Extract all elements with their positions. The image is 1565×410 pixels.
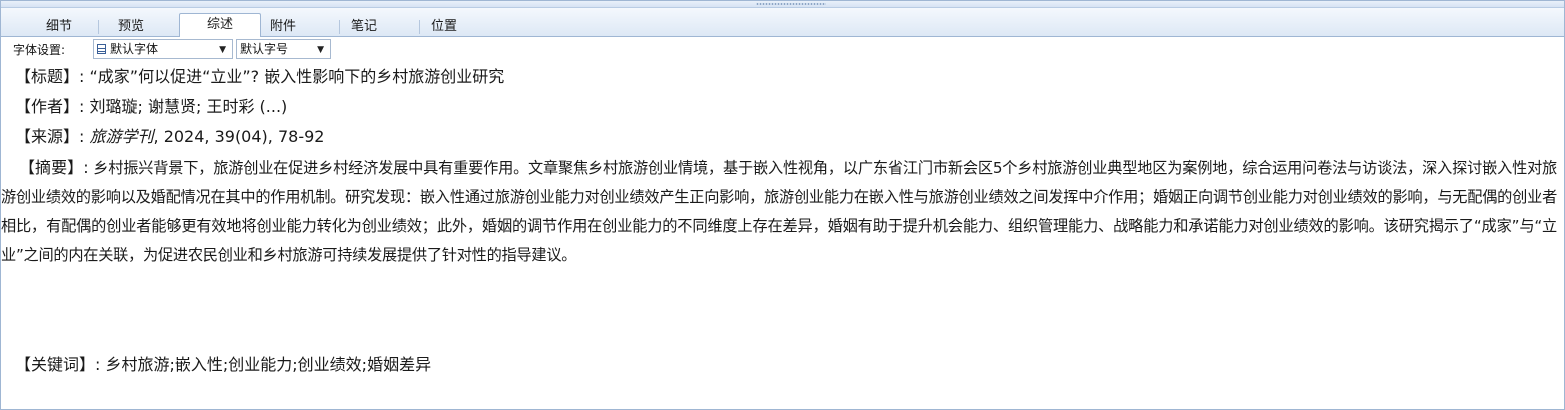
title-line: 【标题】: “成家”何以促进“立业”? 嵌入性影响下的乡村旅游创业研究 [15, 63, 504, 91]
tab-details[interactable]: 细节 [39, 18, 79, 36]
record-authors: 刘璐璇; 谢慧贤; 王时彩 (...) [89, 97, 288, 116]
chevron-down-icon[interactable]: ▼ [317, 41, 324, 59]
font-size-select[interactable]: 默认字号 ▼ [236, 39, 331, 59]
tab-separator [98, 20, 99, 34]
author-line: 【作者】: 刘璐璇; 谢慧贤; 王时彩 (...) [15, 93, 287, 121]
source-label: 【来源】: [15, 127, 85, 146]
author-label: 【作者】: [15, 97, 85, 116]
tab-attachments[interactable]: 附件 [263, 18, 303, 36]
panel-splitter[interactable] [1, 1, 1564, 8]
source-line: 【来源】: 旅游学刊, 2024, 39(04), 78-92 [15, 123, 324, 151]
record-title: “成家”何以促进“立业”? 嵌入性影响下的乡村旅游创业研究 [89, 67, 505, 86]
tab-bar: 细节 预览 综述 附件 笔记 位置 [1, 8, 1564, 38]
tab-preview[interactable]: 预览 [111, 18, 151, 36]
splitter-grip-icon[interactable] [756, 3, 826, 5]
summary-panel: 细节 预览 综述 附件 笔记 位置 字体设置: 默认字体 ▼ 默认字号 ▼ 【标… [0, 0, 1565, 410]
record-keywords: 乡村旅游;嵌入性;创业能力;创业绩效;婚姻差异 [105, 355, 432, 374]
font-family-select[interactable]: 默认字体 ▼ [93, 39, 233, 59]
abstract-block: 【摘要】: 乡村振兴背景下，旅游创业在促进乡村经济发展中具有重要作用。文章聚焦乡… [1, 153, 1557, 270]
font-family-value: 默认字体 [110, 42, 159, 56]
font-setting-label: 字体设置: [13, 43, 66, 57]
font-size-value: 默认字号 [240, 42, 289, 56]
tab-location[interactable]: 位置 [424, 18, 464, 36]
abstract-label: 【摘要】: [19, 158, 89, 177]
source-journal: 旅游学刊 [89, 127, 154, 146]
keywords-line: 【关键词】: 乡村旅游;嵌入性;创业能力;创业绩效;婚姻差异 [15, 351, 431, 379]
tab-summary[interactable]: 综述 [179, 13, 261, 38]
chevron-down-icon[interactable]: ▼ [219, 41, 226, 59]
tab-separator [419, 20, 420, 34]
record-abstract: 乡村振兴背景下，旅游创业在促进乡村经济发展中具有重要作用。文章聚焦乡村旅游创业情… [1, 159, 1557, 264]
keywords-label: 【关键词】: [15, 355, 101, 374]
font-toolbar: 字体设置: 默认字体 ▼ 默认字号 ▼ [1, 37, 1564, 62]
title-label: 【标题】: [15, 67, 85, 86]
font-icon [97, 44, 106, 54]
tab-separator [339, 20, 340, 34]
source-details: , 2024, 39(04), 78-92 [153, 127, 325, 146]
tab-notes[interactable]: 笔记 [344, 18, 384, 36]
